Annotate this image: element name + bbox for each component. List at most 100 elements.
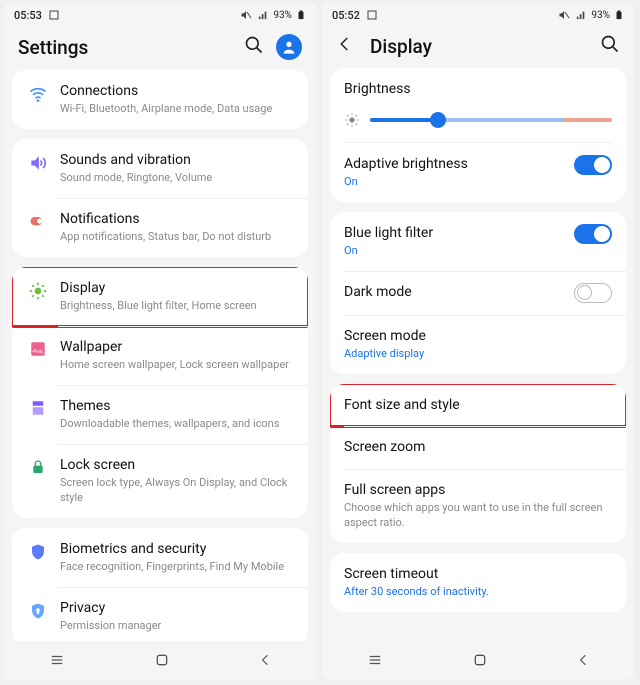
mute-icon xyxy=(239,9,253,21)
brightness-slider[interactable] xyxy=(330,110,626,142)
settings-item-sounds[interactable]: Sounds and vibration Sound mode, Ringtone… xyxy=(12,139,308,198)
mute-icon xyxy=(557,9,571,21)
settings-item-lockscreen[interactable]: Lock screenScreen lock type, Always On D… xyxy=(12,444,308,518)
lock-icon xyxy=(26,458,50,476)
item-title: Notifications xyxy=(60,210,294,228)
display-group: Brightness Adaptive brightnessOn xyxy=(330,68,626,202)
toggle-adaptive[interactable] xyxy=(574,155,612,175)
item-subtitle: Home screen wallpaper, Lock screen wallp… xyxy=(60,358,294,373)
themes-icon xyxy=(26,399,50,417)
item-title: Full screen apps xyxy=(344,481,612,499)
status-time: 05:53 xyxy=(14,9,42,22)
item-subtitle: Choose which apps you want to use in the… xyxy=(344,501,612,531)
item-title: Screen mode xyxy=(344,327,612,345)
display-item-timeout[interactable]: Screen timeoutAfter 30 seconds of inacti… xyxy=(330,553,626,612)
sound-icon xyxy=(26,153,50,173)
item-subtitle: Face recognition, Fingerprints, Find My … xyxy=(60,560,294,575)
item-subtitle: Downloadable themes, wallpapers, and ico… xyxy=(60,417,294,432)
item-subtitle: Permission manager xyxy=(60,619,294,634)
display-icon xyxy=(26,281,50,301)
settings-group: Biometrics and security Face recognition,… xyxy=(12,528,308,641)
display-group: Blue light filter On Dark mode Screen mode A… xyxy=(330,212,626,374)
display-group: Screen timeoutAfter 30 seconds of inacti… xyxy=(330,553,626,612)
back-button[interactable] xyxy=(336,35,354,57)
settings-item-display[interactable]: Display Brightness, Blue light filter, Ho… xyxy=(12,267,308,326)
display-item-darkmode[interactable]: Dark mode xyxy=(330,271,626,315)
signal-icon xyxy=(257,10,269,20)
item-title: Brightness xyxy=(344,80,612,98)
item-title: Font size and style xyxy=(344,396,612,414)
status-right: 93% xyxy=(557,9,624,21)
item-title: Connections xyxy=(60,82,294,100)
wallpaper-icon xyxy=(26,340,50,358)
header: Settings xyxy=(4,26,316,70)
nav-home[interactable] xyxy=(154,652,170,668)
item-subtitle: Wi-Fi, Bluetooth, Airplane mode, Data us… xyxy=(60,102,294,117)
privacy-icon xyxy=(26,601,50,621)
page-title: Settings xyxy=(18,36,88,59)
display-item-fontsize[interactable]: Font size and style xyxy=(330,384,626,426)
page-title: Display xyxy=(370,35,432,58)
nav-back[interactable] xyxy=(576,653,590,667)
status-bar: 05:53 93% xyxy=(4,4,316,26)
settings-item-biometrics[interactable]: Biometrics and security Face recognition,… xyxy=(12,528,308,587)
signal-icon xyxy=(575,10,587,20)
account-avatar[interactable] xyxy=(276,34,302,60)
display-item-adaptive[interactable]: Adaptive brightnessOn xyxy=(330,143,626,202)
item-title: Biometrics and security xyxy=(60,540,294,558)
item-subtitle: On xyxy=(344,244,566,259)
item-subtitle: Adaptive display xyxy=(344,347,612,362)
screenshot-icon xyxy=(48,9,60,21)
settings-group: Sounds and vibration Sound mode, Ringtone… xyxy=(12,139,308,257)
display-list: Brightness Adaptive brightnessOn Blue ligh… xyxy=(322,68,634,641)
display-item-bluelight[interactable]: Blue light filter On xyxy=(330,212,626,271)
nav-back[interactable] xyxy=(258,653,272,667)
item-title: Blue light filter xyxy=(344,224,566,242)
settings-item-wallpaper[interactable]: WallpaperHome screen wallpaper, Lock scr… xyxy=(12,326,308,385)
item-subtitle: Brightness, Blue light filter, Home scre… xyxy=(60,299,294,314)
nav-bar xyxy=(4,641,316,679)
settings-item-notifications[interactable]: NotificationsApp notifications, Status b… xyxy=(12,198,308,257)
battery-icon xyxy=(296,9,306,21)
item-title: Lock screen xyxy=(60,456,294,474)
status-time: 05:52 xyxy=(332,9,360,22)
display-item-zoom[interactable]: Screen zoom xyxy=(330,426,626,468)
phone-display: 05:52 93% Display Brightness Adaptive bri… xyxy=(322,4,634,679)
item-subtitle: On xyxy=(344,175,566,190)
toggle-darkmode[interactable] xyxy=(574,283,612,303)
nav-recents[interactable] xyxy=(366,653,384,667)
person-icon xyxy=(281,39,297,55)
item-subtitle: Sound mode, Ringtone, Volume xyxy=(60,171,294,186)
wifi-icon xyxy=(26,84,50,104)
search-icon xyxy=(600,34,620,54)
toggle-bluelight[interactable] xyxy=(574,224,612,244)
slider-track[interactable] xyxy=(370,118,612,122)
settings-item-connections[interactable]: Connections Wi-Fi, Bluetooth, Airplane mo… xyxy=(12,70,308,129)
status-battery: 93% xyxy=(273,10,292,21)
notif-icon xyxy=(26,212,50,232)
display-item-screenmode[interactable]: Screen mode Adaptive display xyxy=(330,315,626,374)
settings-group: Connections Wi-Fi, Bluetooth, Airplane mo… xyxy=(12,70,308,129)
search-button[interactable] xyxy=(244,35,264,59)
item-title: Privacy xyxy=(60,599,294,617)
status-battery: 93% xyxy=(591,10,610,21)
item-title: Sounds and vibration xyxy=(60,151,294,169)
status-bar: 05:52 93% xyxy=(322,4,634,26)
item-title: Themes xyxy=(60,397,294,415)
phone-settings: 05:53 93% Settings Connections Wi-Fi, Blu… xyxy=(4,4,316,679)
search-icon xyxy=(244,35,264,55)
display-item-brightness[interactable]: Brightness xyxy=(330,68,626,110)
header: Display xyxy=(322,26,634,68)
nav-home[interactable] xyxy=(472,652,488,668)
display-item-fullscreen[interactable]: Full screen apps Choose which apps you wa… xyxy=(330,469,626,543)
search-button[interactable] xyxy=(600,34,620,58)
settings-group: Display Brightness, Blue light filter, Ho… xyxy=(12,267,308,518)
status-right: 93% xyxy=(239,9,306,21)
slider-thumb[interactable] xyxy=(430,112,446,128)
item-title: Display xyxy=(60,279,294,297)
item-title: Screen timeout xyxy=(344,565,612,583)
shield-icon xyxy=(26,542,50,562)
nav-recents[interactable] xyxy=(48,653,66,667)
settings-item-privacy[interactable]: Privacy Permission manager xyxy=(12,587,308,641)
settings-item-themes[interactable]: Themes Downloadable themes, wallpapers, a… xyxy=(12,385,308,444)
